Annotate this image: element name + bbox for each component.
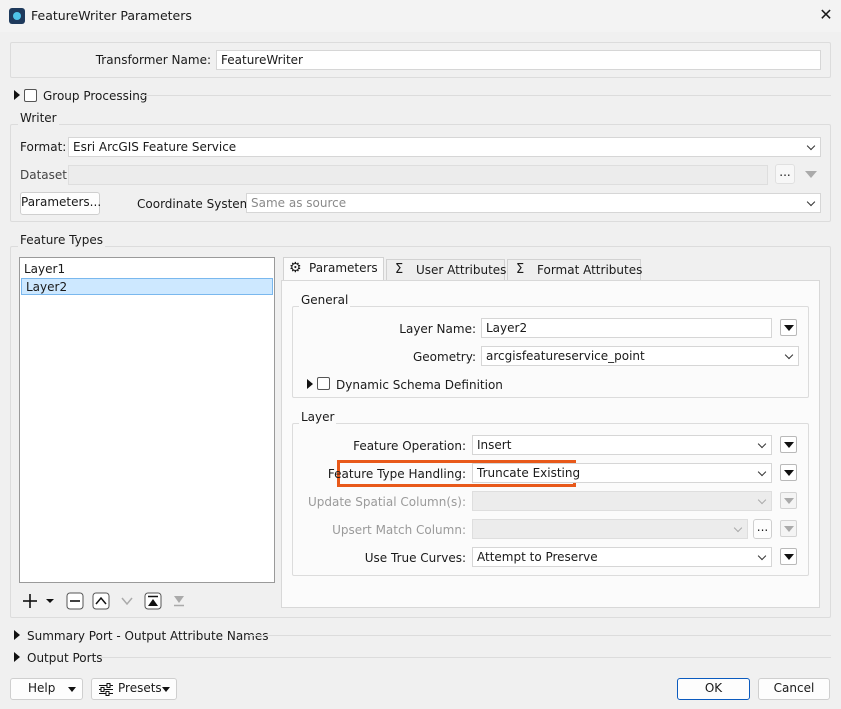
group-processing-divider [140, 95, 831, 96]
dynamic-schema-label: Dynamic Schema Definition [336, 378, 503, 392]
layer-group-label: Layer [299, 410, 337, 424]
list-item-layer2[interactable]: Layer2 [21, 278, 273, 295]
sliders-icon [98, 683, 114, 701]
group-processing-label: Group Processing [43, 89, 148, 103]
update-spatial-label: Update Spatial Column(s): [307, 495, 466, 509]
chevron-down-icon [162, 687, 170, 692]
true-curves-label: Use True Curves: [364, 551, 466, 565]
upsert-match-label: Upsert Match Column: [332, 523, 466, 537]
general-group-label: General [299, 293, 351, 307]
tab-user-attributes[interactable]: Σ User Attributes [386, 259, 507, 281]
dataset-label: Dataset: [20, 168, 72, 182]
window-title: FeatureWriter Parameters [31, 8, 192, 23]
tab-format-attributes-label: Format Attributes [537, 263, 643, 277]
move-top-button[interactable] [144, 592, 162, 610]
tab-parameters[interactable]: ⚙ Parameters [283, 257, 384, 281]
upsert-match-menu-button[interactable] [780, 520, 797, 537]
summary-port-expand-icon[interactable] [14, 630, 20, 640]
close-icon[interactable]: ✕ [818, 6, 834, 24]
layer-name-label: Layer Name: [399, 322, 476, 336]
upsert-match-browse-button[interactable]: ... [753, 519, 772, 539]
sigma-icon: Σ [395, 262, 404, 277]
dataset-browse-button[interactable]: ... [775, 164, 795, 184]
geometry-label: Geometry: [412, 350, 476, 364]
tab-format-attributes[interactable]: Σ Format Attributes [507, 259, 643, 281]
transformer-name-label: Transformer Name: [95, 53, 211, 67]
writer-parameters-button[interactable]: Parameters... [20, 192, 101, 215]
feature-type-handling-label: Feature Type Handling: [327, 467, 466, 481]
help-button-label: Help [28, 681, 56, 695]
list-item-layer1[interactable]: Layer1 [20, 261, 273, 278]
layer-name-input[interactable]: Layer2 [481, 318, 772, 338]
summary-port-divider [247, 635, 831, 636]
feature-operation-menu-button[interactable] [780, 436, 797, 453]
group-processing-expand-icon[interactable] [14, 90, 20, 100]
presets-button-label: Presets [118, 681, 162, 695]
feature-type-handling-menu-button[interactable] [780, 464, 797, 481]
upsert-match-select[interactable] [472, 519, 748, 539]
feature-type-handling-select[interactable]: Truncate Existing [472, 463, 772, 483]
feature-operation-label: Feature Operation: [353, 439, 466, 453]
move-bottom-button[interactable] [170, 592, 188, 610]
feature-types-list [19, 257, 275, 583]
app-icon [9, 8, 25, 24]
feature-types-group-label: Feature Types [18, 233, 105, 247]
tab-user-attributes-label: User Attributes [416, 263, 507, 277]
coordinate-system-select[interactable]: Same as source [246, 193, 821, 213]
output-ports-label[interactable]: Output Ports [27, 651, 103, 665]
sigma-icon: Σ [516, 262, 525, 277]
output-ports-divider [100, 657, 831, 658]
chevron-down-icon [68, 687, 76, 692]
move-down-button[interactable] [118, 592, 136, 610]
update-spatial-select[interactable] [472, 491, 772, 511]
presets-button[interactable]: Presets [91, 678, 177, 700]
gear-icon: ⚙ [289, 260, 302, 276]
dynamic-schema-checkbox[interactable] [317, 377, 330, 390]
dataset-input[interactable] [68, 165, 768, 185]
remove-feature-type-button[interactable] [66, 592, 84, 610]
output-ports-expand-icon[interactable] [14, 652, 20, 662]
feature-operation-select[interactable]: Insert [472, 435, 772, 455]
help-button[interactable]: Help [10, 678, 83, 700]
summary-port-label[interactable]: Summary Port - Output Attribute Names [27, 629, 269, 643]
cancel-button[interactable]: Cancel [758, 678, 830, 700]
format-select[interactable]: Esri ArcGIS Feature Service [68, 137, 821, 157]
transformer-name-input[interactable]: FeatureWriter [216, 50, 821, 70]
dataset-dropdown-icon[interactable] [805, 171, 817, 178]
format-label: Format: [20, 140, 67, 154]
true-curves-select[interactable]: Attempt to Preserve [472, 547, 772, 567]
writer-group-label: Writer [18, 111, 59, 125]
layer-name-menu-button[interactable] [780, 319, 797, 336]
update-spatial-menu-button[interactable] [780, 492, 797, 509]
move-up-button[interactable] [92, 592, 110, 610]
dynamic-schema-expand-icon[interactable] [307, 379, 313, 389]
group-processing-checkbox[interactable] [24, 89, 37, 102]
geometry-select[interactable]: arcgisfeatureservice_point [481, 346, 799, 366]
ok-button[interactable]: OK [677, 678, 750, 700]
true-curves-menu-button[interactable] [780, 548, 797, 565]
add-feature-type-button[interactable] [20, 592, 56, 610]
tab-parameters-label: Parameters [309, 261, 378, 275]
coordinate-system-label: Coordinate System: [137, 197, 256, 211]
